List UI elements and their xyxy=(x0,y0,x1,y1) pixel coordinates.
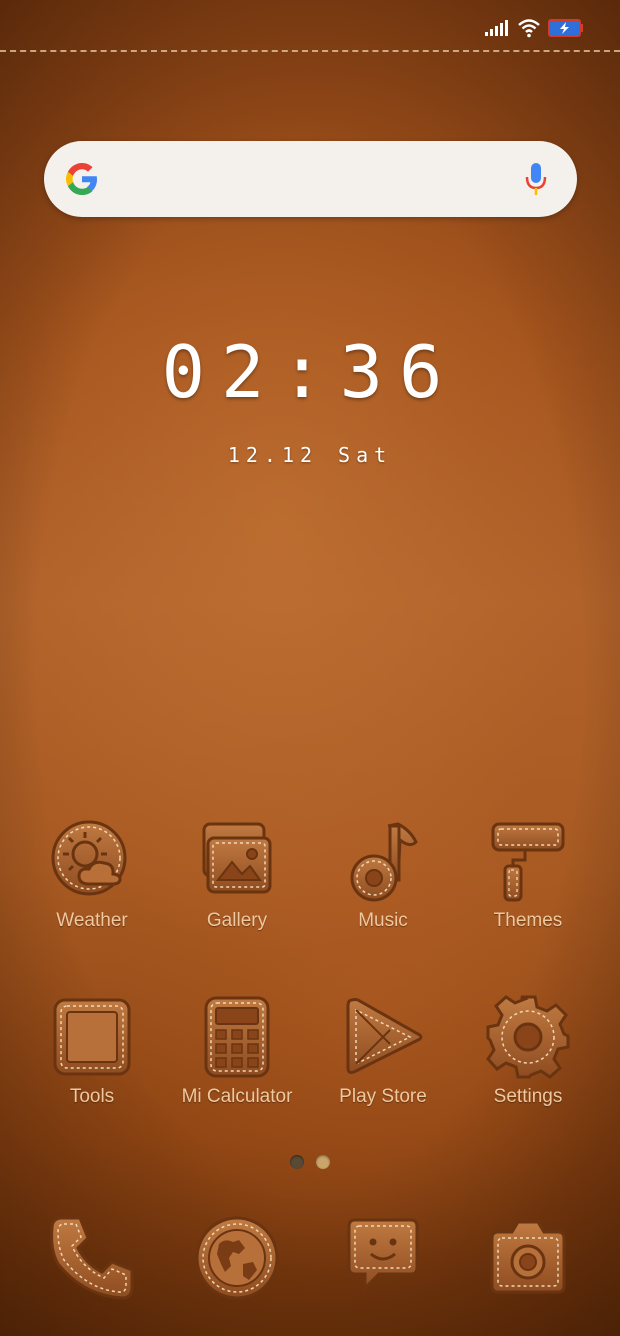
app-label: Mi Calculator xyxy=(181,1086,293,1107)
music-icon xyxy=(350,822,418,902)
day-label: Sat xyxy=(338,443,393,467)
app-mi-calculator[interactable]: Mi Calculator xyxy=(167,994,307,1108)
app-settings[interactable]: Settings xyxy=(458,994,598,1108)
dock-messages[interactable] xyxy=(333,1214,433,1302)
browser-globe-icon xyxy=(195,1216,279,1300)
page-dot-2-active[interactable] xyxy=(316,1155,330,1169)
app-tools[interactable]: Tools xyxy=(22,994,162,1108)
app-label: Gallery xyxy=(206,910,268,931)
microphone-icon[interactable] xyxy=(525,161,547,197)
tools-icon xyxy=(53,998,131,1076)
clock-time[interactable]: 02:36 xyxy=(0,330,620,414)
paint-roller-icon xyxy=(491,822,565,902)
gear-icon xyxy=(486,995,570,1079)
app-label: Weather xyxy=(56,910,128,931)
dock-browser[interactable] xyxy=(187,1214,287,1302)
clock-date[interactable]: 12.12 Sat xyxy=(0,443,620,467)
app-label: Play Store xyxy=(339,1086,427,1107)
app-label: Music xyxy=(358,910,408,931)
app-themes[interactable]: Themes xyxy=(458,818,598,932)
page-indicator[interactable] xyxy=(288,1155,338,1171)
calculator-icon xyxy=(204,996,270,1078)
dock-camera[interactable] xyxy=(478,1214,578,1302)
messages-icon xyxy=(347,1218,419,1292)
camera-icon xyxy=(490,1220,566,1294)
phone-icon xyxy=(50,1216,134,1300)
battery-charging-icon xyxy=(548,19,583,37)
app-label: Settings xyxy=(493,1086,563,1107)
wifi-icon xyxy=(518,19,540,38)
play-store-icon xyxy=(346,998,423,1074)
gallery-icon xyxy=(202,822,272,894)
page-dot-1[interactable] xyxy=(290,1155,304,1169)
status-bar-stitch-divider xyxy=(0,50,620,52)
google-g-logo xyxy=(66,163,97,195)
status-bar xyxy=(0,0,620,50)
app-music[interactable]: Music xyxy=(313,818,453,932)
app-weather[interactable]: Weather xyxy=(22,818,162,932)
app-gallery[interactable]: Gallery xyxy=(167,818,307,932)
dock-phone[interactable] xyxy=(42,1214,142,1302)
app-label: Tools xyxy=(69,1086,115,1107)
google-search-bar[interactable] xyxy=(44,141,577,217)
weather-icon xyxy=(51,820,127,896)
app-label: Themes xyxy=(493,910,563,931)
date-label: 12.12 xyxy=(227,443,319,467)
signal-icon xyxy=(485,20,508,36)
app-play-store[interactable]: Play Store xyxy=(313,994,453,1108)
